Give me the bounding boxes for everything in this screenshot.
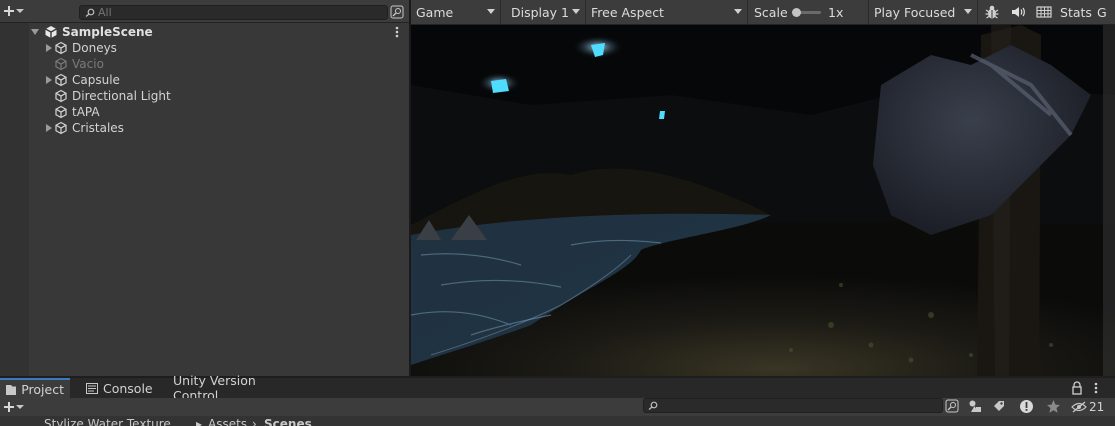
scale-label: Scale [754, 4, 788, 20]
breadcrumb-item[interactable]: Stylize Water Texture [44, 417, 171, 426]
view-type-dropdown[interactable]: Game [411, 0, 501, 24]
collapse-arrow-icon[interactable] [30, 24, 40, 40]
panel-menu-icon[interactable] [1091, 381, 1101, 395]
hidden-packages-count: 21 [1089, 400, 1105, 414]
game-view-toolbar: Game Display 1 Free Aspect Scale Play Fo… [411, 0, 1115, 25]
search-icon [85, 8, 95, 17]
tab-version-control[interactable]: Unity Version Control [167, 373, 307, 403]
eye-slash-icon [1071, 401, 1087, 413]
chevron-down-icon [734, 9, 742, 14]
mute-audio-button[interactable] [1007, 2, 1029, 22]
hierarchy-item[interactable]: Capsule [44, 72, 120, 88]
filter-by-type-icon[interactable] [968, 399, 982, 413]
chevron-down-icon [16, 405, 24, 409]
chevron-down-icon [487, 9, 495, 14]
stats-button[interactable]: Stats [1059, 2, 1093, 22]
view-type-label: Game [416, 4, 454, 20]
game-viewport[interactable] [411, 25, 1115, 376]
bug-icon [985, 5, 999, 19]
expand-arrow-icon[interactable] [44, 40, 54, 56]
chevron-down-icon [964, 9, 972, 14]
game-render [411, 25, 1115, 376]
tab-console-label: Console [103, 380, 153, 396]
aspect-dropdown[interactable]: Free Aspect [586, 0, 748, 24]
scene-root-row[interactable]: SampleScene [30, 24, 153, 40]
play-mode-dropdown[interactable]: Play Focused [868, 0, 978, 24]
search-icon [648, 401, 658, 410]
hierarchy-item-label: Doneys [72, 41, 117, 55]
gameobject-cube-icon [55, 41, 67, 55]
gameobject-cube-icon [55, 57, 67, 71]
favorite-star-icon[interactable] [1046, 399, 1061, 414]
unity-scene-icon [45, 26, 57, 38]
keyboard-icon [1036, 6, 1052, 18]
tab-console[interactable]: Console [80, 378, 160, 398]
warning-filter-icon[interactable] [1019, 399, 1034, 414]
project-search-field[interactable] [643, 398, 943, 413]
display-label: Display 1 [511, 4, 570, 20]
expand-arrow-icon[interactable] [44, 72, 54, 88]
hierarchy-item[interactable]: Cristales [44, 120, 124, 136]
scale-slider-thumb[interactable] [792, 8, 801, 17]
hierarchy-item-label: Vacio [72, 57, 104, 71]
tab-project[interactable]: Project [0, 378, 70, 398]
hierarchy-toolbar [0, 0, 409, 23]
toggle-grid-button[interactable] [1033, 2, 1055, 22]
gameobject-cube-icon [55, 73, 67, 87]
aspect-label: Free Aspect [591, 4, 664, 20]
display-dropdown[interactable]: Display 1 [506, 0, 586, 24]
console-icon [86, 382, 98, 394]
search-by-type-icon[interactable] [945, 399, 959, 413]
filter-by-label-icon[interactable] [992, 399, 1006, 413]
hierarchy-item[interactable]: Vacio [44, 56, 104, 72]
hierarchy-gutter [0, 23, 29, 376]
play-mode-label: Play Focused [874, 4, 956, 20]
gameobject-cube-icon [55, 105, 67, 119]
scene-name: SampleScene [62, 25, 153, 39]
lock-icon[interactable] [1071, 381, 1083, 395]
breadcrumb-separator: ▸ [196, 417, 203, 426]
frame-debugger-button[interactable] [981, 2, 1003, 22]
hierarchy-item-label: Directional Light [72, 89, 171, 103]
chevron-down-icon [572, 9, 580, 14]
hierarchy-item-label: tAPA [72, 105, 100, 119]
tab-project-label: Project [21, 381, 64, 397]
project-create-button[interactable] [3, 399, 29, 415]
scale-value: 1x [828, 4, 844, 20]
hidden-packages-toggle[interactable]: 21 [1071, 399, 1115, 415]
hierarchy-search-input[interactable] [98, 6, 378, 19]
breadcrumb-current[interactable]: Scenes [264, 417, 312, 426]
hierarchy-item[interactable]: tAPA [44, 104, 100, 120]
gameobject-cube-icon [55, 89, 67, 103]
expand-arrow-icon[interactable] [44, 120, 54, 136]
speaker-icon [1012, 7, 1025, 17]
hierarchy-item-label: Cristales [72, 121, 124, 135]
plus-icon [4, 402, 14, 412]
project-breadcrumb-bar: Stylize Water Texture ▸ Assets › Scenes [0, 416, 1115, 426]
search-by-type-icon[interactable] [390, 5, 404, 19]
hierarchy-item[interactable]: Doneys [44, 40, 117, 56]
gameobject-cube-icon [55, 121, 67, 135]
breadcrumb-item[interactable]: Assets [208, 417, 247, 426]
folder-icon [6, 384, 17, 395]
project-search-input[interactable] [660, 399, 940, 412]
bottom-tab-bar: Project Console Unity Version Control [0, 373, 1115, 403]
project-toolbar: 21 [0, 398, 1115, 416]
hierarchy-search-field[interactable] [79, 5, 388, 20]
stats-label: Stats [1060, 4, 1092, 20]
gizmos-button[interactable]: G [1097, 2, 1115, 22]
create-button[interactable] [3, 3, 29, 19]
gizmos-label: G [1097, 4, 1107, 20]
breadcrumb-separator: › [252, 417, 257, 426]
chevron-down-icon [16, 9, 24, 13]
plus-icon [4, 6, 14, 16]
hierarchy-item[interactable]: Directional Light [44, 88, 171, 104]
hierarchy-item-label: Capsule [72, 73, 120, 87]
scene-more-options-icon[interactable] [393, 25, 401, 39]
